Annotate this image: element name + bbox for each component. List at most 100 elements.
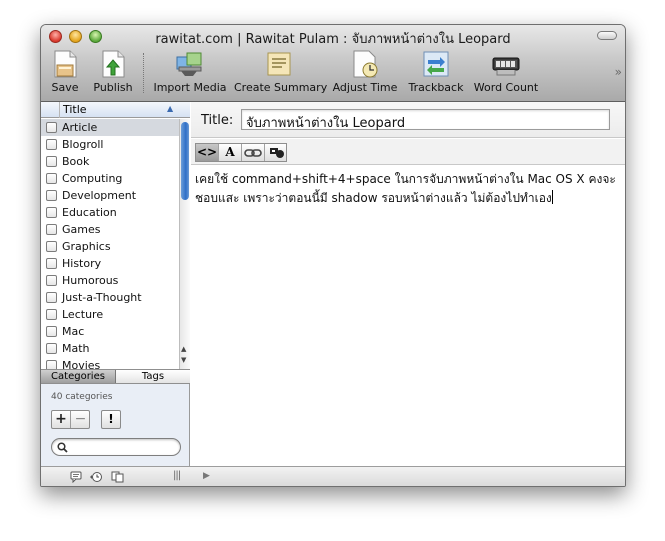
bottom-bar: ||| ▶ (41, 466, 625, 486)
create-summary-icon (264, 49, 294, 79)
category-checkbox[interactable] (46, 139, 57, 150)
media-toggle-icon (269, 148, 284, 158)
category-label: Just-a-Thought (62, 291, 142, 304)
category-row[interactable]: Computing (41, 170, 179, 187)
title-label: Title: (201, 113, 234, 128)
category-row[interactable]: Math (41, 340, 179, 357)
create-summary-button[interactable]: Create Summary (234, 49, 327, 94)
category-checkbox[interactable] (46, 122, 57, 133)
category-row[interactable]: Games (41, 221, 179, 238)
category-row[interactable]: History (41, 255, 179, 272)
trackback-button[interactable]: Trackback (406, 49, 466, 94)
disclosure-triangle-icon[interactable]: ▶ (203, 471, 210, 481)
text-caret (551, 190, 553, 204)
category-search-input[interactable] (51, 438, 181, 456)
tab-categories[interactable]: Categories (41, 370, 116, 383)
category-checkbox[interactable] (46, 360, 57, 369)
scrollbar-thumb[interactable] (181, 122, 189, 200)
title-row: Title: จับภาพหน้าต่างใน Leopard (191, 102, 625, 138)
remove-category-button[interactable]: − (71, 411, 90, 428)
category-row[interactable]: Education (41, 204, 179, 221)
category-label: Math (62, 342, 90, 355)
word-count-icon (491, 49, 521, 79)
category-checkbox[interactable] (46, 309, 57, 320)
format-button-group: <> A (195, 143, 287, 162)
category-row[interactable]: Blogroll (41, 136, 179, 153)
category-row[interactable]: Humorous (41, 272, 179, 289)
category-label: Blogroll (62, 138, 104, 151)
category-checkbox[interactable] (46, 258, 57, 269)
category-label: Computing (62, 172, 123, 185)
category-checkbox[interactable] (46, 207, 57, 218)
category-checkbox[interactable] (46, 241, 57, 252)
category-row[interactable]: Book (41, 153, 179, 170)
category-label: Graphics (62, 240, 111, 253)
category-label: Lecture (62, 308, 104, 321)
window-title: rawitat.com | Rawitat Pulam : จับภาพหน้า… (155, 32, 511, 47)
category-scrollbar[interactable]: ▲ ▼ (179, 119, 190, 369)
save-icon (50, 49, 80, 79)
publish-icon (98, 49, 128, 79)
trackback-icon (421, 49, 451, 79)
import-media-button[interactable]: Import Media (152, 49, 228, 94)
publish-button[interactable]: Publish (91, 49, 135, 94)
category-label: Games (62, 223, 101, 236)
sidebar-tab-switcher: Categories Tags (41, 369, 190, 384)
title-column-header[interactable]: Title ▲ (41, 102, 190, 118)
category-row[interactable]: Just-a-Thought (41, 289, 179, 306)
category-row[interactable]: Mac (41, 323, 179, 340)
column-title: Title (63, 103, 87, 116)
adjust-time-button[interactable]: Adjust Time (331, 49, 399, 94)
html-mode-button[interactable]: <> (196, 144, 219, 161)
category-label: Mac (62, 325, 85, 338)
category-row[interactable]: Movies (41, 357, 179, 369)
add-category-button[interactable]: + (52, 411, 71, 428)
category-checkbox[interactable] (46, 292, 57, 303)
scroll-up-icon[interactable]: ▲ (181, 345, 186, 353)
category-checkbox[interactable] (46, 326, 57, 337)
category-list: Title ▲ Article Blogroll Book Computing Deve… (41, 102, 190, 369)
add-remove-group: + − (51, 410, 90, 429)
category-checkbox[interactable] (46, 275, 57, 286)
word-count-button[interactable]: Word Count (471, 49, 541, 94)
toolbar-toggle-button[interactable] (597, 31, 617, 40)
title-bar: rawitat.com | Rawitat Pulam : จับภาพหน้า… (41, 25, 625, 102)
comment-icon[interactable] (70, 471, 82, 483)
post-body-editor[interactable]: เคยใช้ command+shift+4+space ในการจับภาพ… (191, 166, 625, 466)
tab-tags[interactable]: Tags (116, 370, 190, 383)
app-window: rawitat.com | Rawitat Pulam : จับภาพหน้า… (40, 24, 626, 487)
scroll-down-icon[interactable]: ▼ (181, 356, 186, 364)
search-icon (57, 442, 68, 453)
post-title-input[interactable]: จับภาพหน้าต่างใน Leopard (241, 109, 610, 131)
category-label: Article (62, 121, 98, 134)
sort-ascending-icon: ▲ (167, 104, 174, 113)
split-resize-handle[interactable]: ||| (173, 470, 181, 481)
category-checkbox[interactable] (46, 156, 57, 167)
toolbar-separator (143, 53, 144, 93)
insert-media-button[interactable] (265, 144, 288, 161)
category-row[interactable]: Graphics (41, 238, 179, 255)
toolbar: Save Publish Import Media Create Summary… (41, 49, 625, 99)
category-checkbox[interactable] (46, 224, 57, 235)
link-icon (244, 149, 262, 157)
category-label: Education (62, 206, 117, 219)
category-label: Humorous (62, 274, 119, 287)
category-checkbox[interactable] (46, 173, 57, 184)
toolbar-overflow-icon[interactable]: » (615, 65, 623, 79)
category-row[interactable]: Lecture (41, 306, 179, 323)
link-button[interactable] (242, 144, 265, 161)
category-row[interactable]: Development (41, 187, 179, 204)
category-label: History (62, 257, 102, 270)
category-row[interactable]: Article (41, 119, 179, 136)
history-icon[interactable] (90, 471, 103, 483)
category-label: Book (62, 155, 90, 168)
category-action-button[interactable]: ! (101, 410, 121, 429)
category-label: Development (62, 189, 137, 202)
category-rows: Article Blogroll Book Computing Development E… (41, 119, 179, 369)
save-button[interactable]: Save (45, 49, 85, 94)
duplicate-icon[interactable] (111, 471, 124, 483)
rich-text-button[interactable]: A (219, 144, 242, 161)
category-checkbox[interactable] (46, 343, 57, 354)
category-checkbox[interactable] (46, 190, 57, 201)
format-bar: <> A (191, 139, 625, 165)
